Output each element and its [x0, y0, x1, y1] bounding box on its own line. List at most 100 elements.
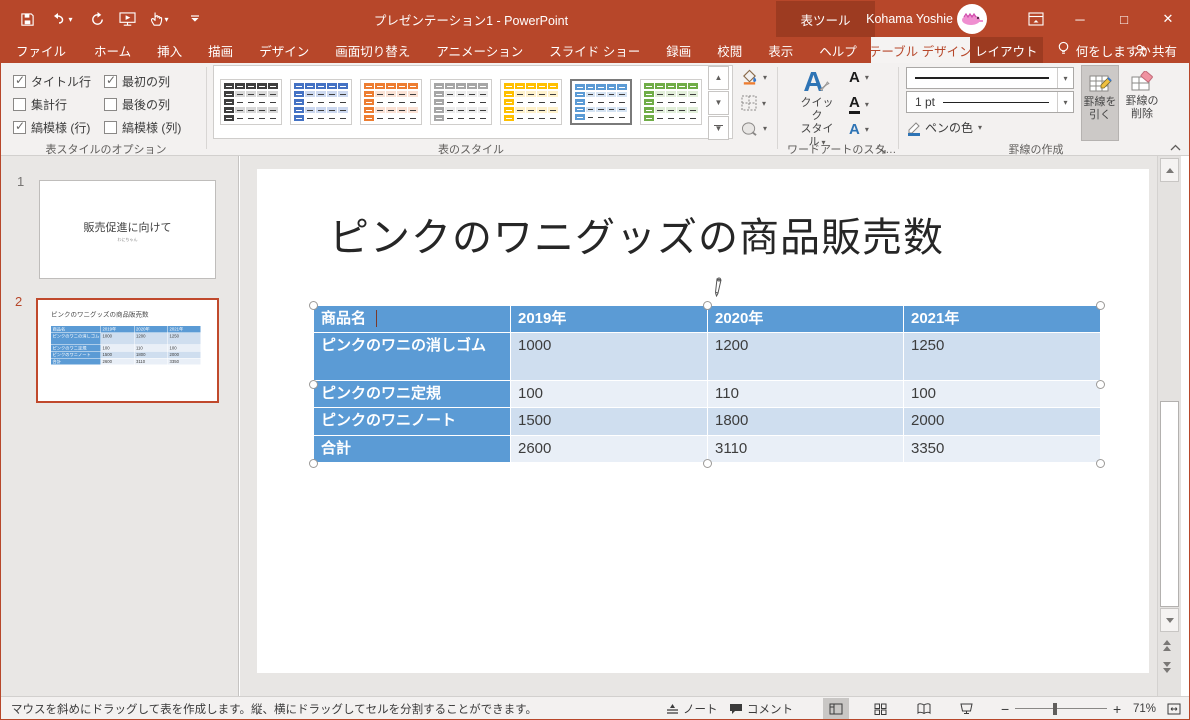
customize-qat-icon[interactable]: [183, 9, 207, 29]
gallery-scroll-up-button[interactable]: ▲: [708, 66, 729, 90]
maximize-button[interactable]: □: [1107, 1, 1141, 37]
slide-thumbnail-2-selected[interactable]: ピンクのワニグッズの商品販売数 商品名 2019年 2020年 2021年 ピンクのワニ…: [36, 298, 219, 403]
tab-view[interactable]: 表示: [755, 37, 806, 63]
tab-review[interactable]: 校閲: [704, 37, 755, 63]
tab-home[interactable]: ホーム: [81, 37, 144, 63]
slide-title-text[interactable]: ピンクのワニグッズの商品販売数: [329, 205, 1089, 263]
vertical-scrollbar[interactable]: [1157, 156, 1181, 696]
collapse-ribbon-icon[interactable]: [1170, 143, 1181, 154]
checkbox-banded-cols[interactable]: 縞模様 (列): [104, 119, 181, 136]
selection-handle[interactable]: [1096, 459, 1105, 468]
next-slide-button[interactable]: [1163, 662, 1171, 673]
zoom-slider-thumb[interactable]: [1053, 702, 1057, 715]
scrollbar-thumb[interactable]: [1160, 401, 1179, 607]
selection-handle[interactable]: [309, 459, 318, 468]
pen-style-dropdown[interactable]: ▾: [906, 67, 1074, 89]
user-name[interactable]: Kohama Yoshie: [853, 1, 953, 37]
slide-thumbnail-1[interactable]: 販売促進に向けて わにちゃん: [39, 180, 216, 279]
tab-insert[interactable]: 挿入: [144, 37, 195, 63]
table-cell[interactable]: ピンクのワニの消しゴム: [314, 333, 511, 381]
table-cell[interactable]: 3110: [708, 436, 904, 463]
draw-table-button[interactable]: 罫線を 引く: [1081, 65, 1119, 141]
undo-button[interactable]: ▾: [45, 9, 79, 29]
tab-layout[interactable]: レイアウト: [969, 37, 1043, 63]
table-cell[interactable]: ピンクのワニノート: [314, 408, 511, 436]
eraser-button[interactable]: 罫線の 削除: [1121, 65, 1163, 141]
scroll-up-button[interactable]: [1160, 158, 1179, 182]
tab-draw[interactable]: 描画: [195, 37, 246, 63]
previous-slide-button[interactable]: [1163, 640, 1171, 651]
table-cell[interactable]: 100: [904, 381, 1101, 408]
tab-design[interactable]: デザイン: [246, 37, 322, 63]
checkbox-first-column[interactable]: 最初の列: [104, 73, 170, 90]
tab-help[interactable]: ヘルプ: [806, 37, 870, 63]
table-style-medium-style-orange[interactable]: [360, 79, 422, 125]
table-header-cell[interactable]: 2021年: [904, 306, 1101, 333]
slide-sorter-view-button[interactable]: [867, 698, 893, 719]
zoom-in-button[interactable]: +: [1113, 697, 1121, 719]
table-style-medium-style-green[interactable]: [640, 79, 702, 125]
selection-handle[interactable]: [1096, 380, 1105, 389]
checkbox-last-column[interactable]: 最後の列: [104, 96, 170, 113]
table-cell[interactable]: 2600: [511, 436, 708, 463]
start-slideshow-icon[interactable]: [115, 9, 139, 29]
avatar[interactable]: [957, 4, 987, 34]
checkbox-header-row[interactable]: タイトル行: [13, 73, 91, 90]
table-cell[interactable]: 1500: [511, 408, 708, 436]
tab-transitions[interactable]: 画面切り替え: [322, 37, 423, 63]
selection-handle[interactable]: [1096, 301, 1105, 310]
selection-handle[interactable]: [309, 301, 318, 310]
table-cell[interactable]: 合計: [314, 436, 511, 463]
slideshow-view-button[interactable]: [953, 698, 979, 719]
table-style-medium-style-gold[interactable]: [500, 79, 562, 125]
table-style-dark-style-black[interactable]: [220, 79, 282, 125]
scroll-down-button[interactable]: [1160, 608, 1179, 632]
selection-handle[interactable]: [309, 380, 318, 389]
normal-view-button[interactable]: [823, 698, 849, 719]
zoom-out-button[interactable]: −: [1001, 697, 1009, 719]
minimize-button[interactable]: ─: [1063, 1, 1097, 37]
tab-animations[interactable]: アニメーション: [423, 37, 536, 63]
text-effects-button[interactable]: A: [849, 121, 869, 138]
fit-slide-to-window-button[interactable]: [1161, 698, 1187, 719]
touch-mode-button[interactable]: ▾: [141, 9, 177, 29]
comments-button[interactable]: コメント: [729, 697, 793, 719]
tab-slideshow[interactable]: スライド ショー: [536, 37, 653, 63]
table-header-cell[interactable]: 2019年: [511, 306, 708, 333]
close-button[interactable]: ✕: [1151, 1, 1185, 37]
pen-color-button[interactable]: ペンの色: [906, 119, 982, 136]
reading-view-button[interactable]: [911, 698, 937, 719]
table-cell[interactable]: 110: [708, 381, 904, 408]
checkbox-banded-rows[interactable]: 縞模様 (行): [13, 119, 90, 136]
table-style-medium-style-blue-dark[interactable]: [290, 79, 352, 125]
pen-weight-dropdown[interactable]: 1 pt ▾: [906, 91, 1074, 113]
table-cell[interactable]: ピンクのワニ定規: [314, 381, 511, 408]
selection-handle[interactable]: [703, 301, 712, 310]
text-fill-button[interactable]: A: [849, 69, 869, 86]
table-style-medium-style-gray[interactable]: [430, 79, 492, 125]
notes-button[interactable]: ノート: [666, 697, 718, 719]
gallery-more-button[interactable]: ▼: [708, 116, 729, 140]
table-cell[interactable]: 1800: [708, 408, 904, 436]
zoom-slider[interactable]: [1015, 697, 1107, 719]
tab-file[interactable]: ファイル: [1, 37, 81, 63]
zoom-level[interactable]: 71%: [1133, 697, 1156, 719]
ribbon-display-options-icon[interactable]: [1019, 1, 1053, 37]
table-header-cell[interactable]: 商品名: [314, 306, 511, 333]
quick-styles-button[interactable]: A クイック スタイル: [797, 67, 837, 149]
effects-button[interactable]: [741, 121, 767, 136]
table-cell[interactable]: 100: [511, 381, 708, 408]
share-button[interactable]: 共有: [1134, 37, 1177, 63]
selection-handle[interactable]: [703, 459, 712, 468]
checkbox-total-row[interactable]: 集計行: [13, 96, 67, 113]
save-icon[interactable]: [15, 9, 39, 29]
gallery-scroll-down-button[interactable]: ▼: [708, 91, 729, 115]
table-style-medium-style-blue[interactable]: [570, 79, 632, 125]
borders-button[interactable]: [741, 95, 766, 111]
redo-icon[interactable]: [85, 9, 109, 29]
shading-button[interactable]: [741, 69, 767, 85]
text-outline-button[interactable]: A: [849, 94, 869, 114]
slide-table[interactable]: 商品名 2019年 2020年 2021年 ピンクのワニの消しゴム 1000 1…: [314, 306, 1101, 463]
table-cell[interactable]: 1250: [904, 333, 1101, 381]
table-header-cell[interactable]: 2020年: [708, 306, 904, 333]
